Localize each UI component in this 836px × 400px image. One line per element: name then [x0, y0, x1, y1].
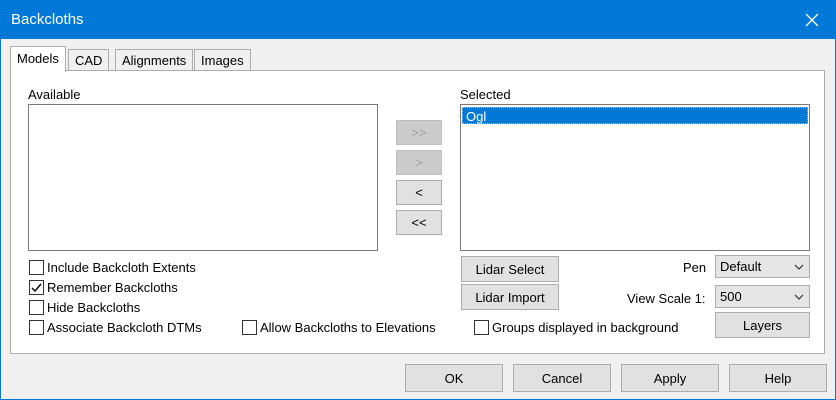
pen-label: Pen [683, 260, 707, 275]
remember-label: Remember Backcloths [47, 280, 178, 295]
available-label: Available [28, 87, 81, 102]
include-extents-label: Include Backcloth Extents [47, 260, 196, 275]
checkbox-box [29, 280, 44, 295]
checkbox-box [29, 300, 44, 315]
tab-label: Alignments [122, 53, 187, 68]
selected-listbox[interactable]: Ogl [460, 104, 810, 251]
view-scale-label: View Scale 1: [627, 291, 706, 306]
checkbox-box [474, 320, 489, 335]
tab-label: Images [201, 53, 244, 68]
associate-dtms-label: Associate Backcloth DTMs [47, 320, 202, 335]
tab-label: CAD [75, 53, 103, 68]
cancel-button[interactable]: Cancel [513, 364, 611, 392]
remember-checkbox[interactable]: Remember Backcloths [29, 280, 178, 295]
hide-label: Hide Backcloths [47, 300, 141, 315]
tab-models[interactable]: Models [10, 46, 66, 72]
hide-checkbox[interactable]: Hide Backcloths [29, 300, 140, 315]
groups-background-checkbox[interactable]: Groups displayed in background [474, 320, 678, 335]
checkmark-icon [31, 283, 42, 293]
groups-background-label: Groups displayed in background [492, 320, 679, 335]
apply-button[interactable]: Apply [621, 364, 719, 392]
chevron-down-icon [794, 294, 804, 300]
close-icon [805, 13, 819, 27]
ok-button[interactable]: OK [405, 364, 503, 392]
backcloths-dialog: Backcloths Models CAD Alignments Images … [0, 0, 836, 400]
window-title: Backcloths [11, 11, 84, 28]
models-tab-panel: Available >> > < << Selected Ogl Lidar S… [10, 70, 825, 354]
available-listbox[interactable] [28, 104, 378, 251]
lidar-import-button[interactable]: Lidar Import [461, 284, 559, 310]
lidar-select-button[interactable]: Lidar Select [461, 256, 559, 282]
tab-cad[interactable]: CAD [68, 49, 110, 71]
remove-button[interactable]: < [396, 180, 442, 205]
tab-alignments[interactable]: Alignments [115, 49, 194, 71]
pen-select[interactable]: Default [715, 255, 810, 278]
layers-button[interactable]: Layers [715, 312, 810, 338]
associate-dtms-checkbox[interactable]: Associate Backcloth DTMs [29, 320, 202, 335]
tab-label: Models [17, 51, 59, 66]
allow-elevations-label: Allow Backcloths to Elevations [260, 320, 436, 335]
view-scale-select[interactable]: 500 [715, 285, 810, 308]
pen-value: Default [720, 259, 762, 274]
add-all-button[interactable]: >> [396, 120, 442, 145]
include-extents-checkbox[interactable]: Include Backcloth Extents [29, 260, 196, 275]
list-item[interactable]: Ogl [462, 107, 808, 124]
checkbox-box [29, 260, 44, 275]
chevron-down-icon [794, 264, 804, 270]
add-button[interactable]: > [396, 150, 442, 175]
view-scale-value: 500 [720, 289, 742, 304]
remove-all-button[interactable]: << [396, 210, 442, 235]
checkbox-box [29, 320, 44, 335]
help-button[interactable]: Help [729, 364, 827, 392]
close-button[interactable] [789, 1, 835, 39]
tab-images[interactable]: Images [194, 49, 251, 71]
checkbox-box [242, 320, 257, 335]
allow-elevations-checkbox[interactable]: Allow Backcloths to Elevations [242, 320, 436, 335]
title-bar: Backcloths [1, 1, 835, 39]
selected-label: Selected [460, 87, 511, 102]
